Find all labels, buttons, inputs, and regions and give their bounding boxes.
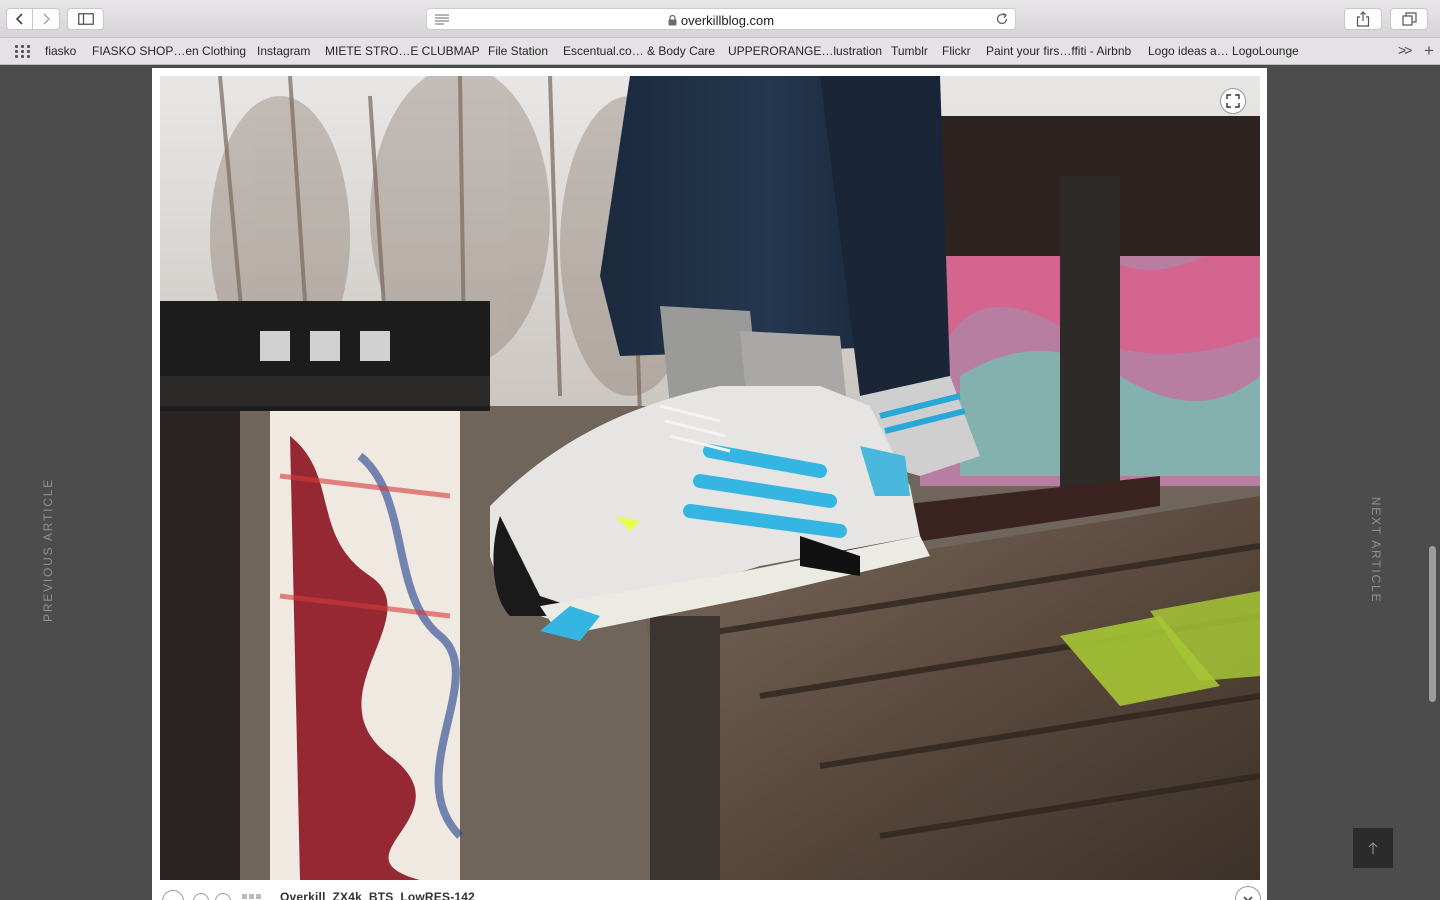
forward-button[interactable] — [33, 8, 60, 30]
expand-icon — [1226, 94, 1240, 108]
chevron-down-icon — [1243, 896, 1253, 900]
bookmark-item[interactable]: Instagram — [257, 44, 310, 58]
scroll-to-top-button[interactable] — [1353, 828, 1393, 868]
share-icon — [1356, 11, 1370, 27]
lightbox-photo — [160, 76, 1260, 880]
sneaker-photo-illustration — [160, 76, 1260, 880]
sidebar-icon — [77, 13, 94, 25]
next-article-link[interactable]: NEXT ARTICLE — [1369, 497, 1383, 604]
bookmarks-bar: fiasko FIASKO SHOP…en Clothing Instagram… — [0, 38, 1440, 65]
slideshow-play-button[interactable] — [162, 890, 184, 900]
chevron-left-icon — [15, 13, 23, 25]
browser-toolbar: overkillblog.com — [0, 0, 1440, 38]
reload-icon[interactable] — [995, 12, 1009, 26]
arrow-up-icon — [1368, 842, 1378, 854]
page-content: PREVIOUS ARTICLE NEXT ARTICLE Overkill_Z… — [0, 66, 1440, 900]
tabs-button[interactable] — [1390, 8, 1428, 30]
url-value: overkillblog.com — [680, 13, 775, 28]
close-lightbox-button[interactable] — [1235, 886, 1261, 900]
fullscreen-button[interactable] — [1220, 88, 1246, 114]
bookmark-item[interactable]: fiasko — [45, 44, 76, 58]
page-scrollbar[interactable] — [1425, 66, 1440, 900]
chevron-right-icon — [43, 13, 51, 25]
previous-image-button[interactable] — [193, 893, 209, 900]
bookmarks-overflow-button[interactable]: >> — [1398, 42, 1412, 58]
url-text: overkillblog.com — [427, 13, 1015, 28]
bookmark-item[interactable]: Escentual.co… & Body Care — [563, 44, 715, 58]
bookmark-item[interactable]: Flickr — [942, 44, 971, 58]
next-image-button[interactable] — [215, 893, 231, 900]
bookmark-item[interactable]: Logo ideas a… LogoLounge — [1148, 44, 1299, 58]
lightbox: Overkill_ZX4k_BTS_LowRES-142 — [152, 68, 1267, 900]
previous-article-link[interactable]: PREVIOUS ARTICLE — [41, 478, 55, 622]
bookmark-item[interactable]: FIASKO SHOP…en Clothing — [92, 44, 246, 58]
apps-grid-icon[interactable] — [15, 45, 30, 58]
thumbnails-icon — [242, 894, 261, 899]
navigation-buttons — [6, 8, 60, 30]
bookmark-item[interactable]: File Station — [488, 44, 548, 58]
share-button[interactable] — [1344, 8, 1382, 30]
scrollbar-thumb[interactable] — [1429, 546, 1436, 702]
lightbox-controls: Overkill_ZX4k_BTS_LowRES-142 — [160, 884, 1261, 900]
bookmark-item[interactable]: UPPERORANGE…lustration — [728, 44, 882, 58]
bookmark-item[interactable]: Tumblr — [891, 44, 928, 58]
thumbnails-button[interactable] — [242, 894, 262, 900]
back-button[interactable] — [6, 8, 33, 30]
sidebar-button[interactable] — [67, 8, 104, 30]
address-bar[interactable]: overkillblog.com — [426, 8, 1016, 30]
tabs-icon — [1401, 12, 1417, 26]
bookmark-item[interactable]: Paint your firs…ffiti - Airbnb — [986, 44, 1131, 58]
image-caption: Overkill_ZX4k_BTS_LowRES-142 — [280, 890, 476, 900]
bookmark-item[interactable]: MIETE STRO…E CLUBMAP — [325, 44, 480, 58]
lock-icon — [668, 15, 677, 26]
new-tab-button[interactable]: + — [1424, 41, 1434, 61]
